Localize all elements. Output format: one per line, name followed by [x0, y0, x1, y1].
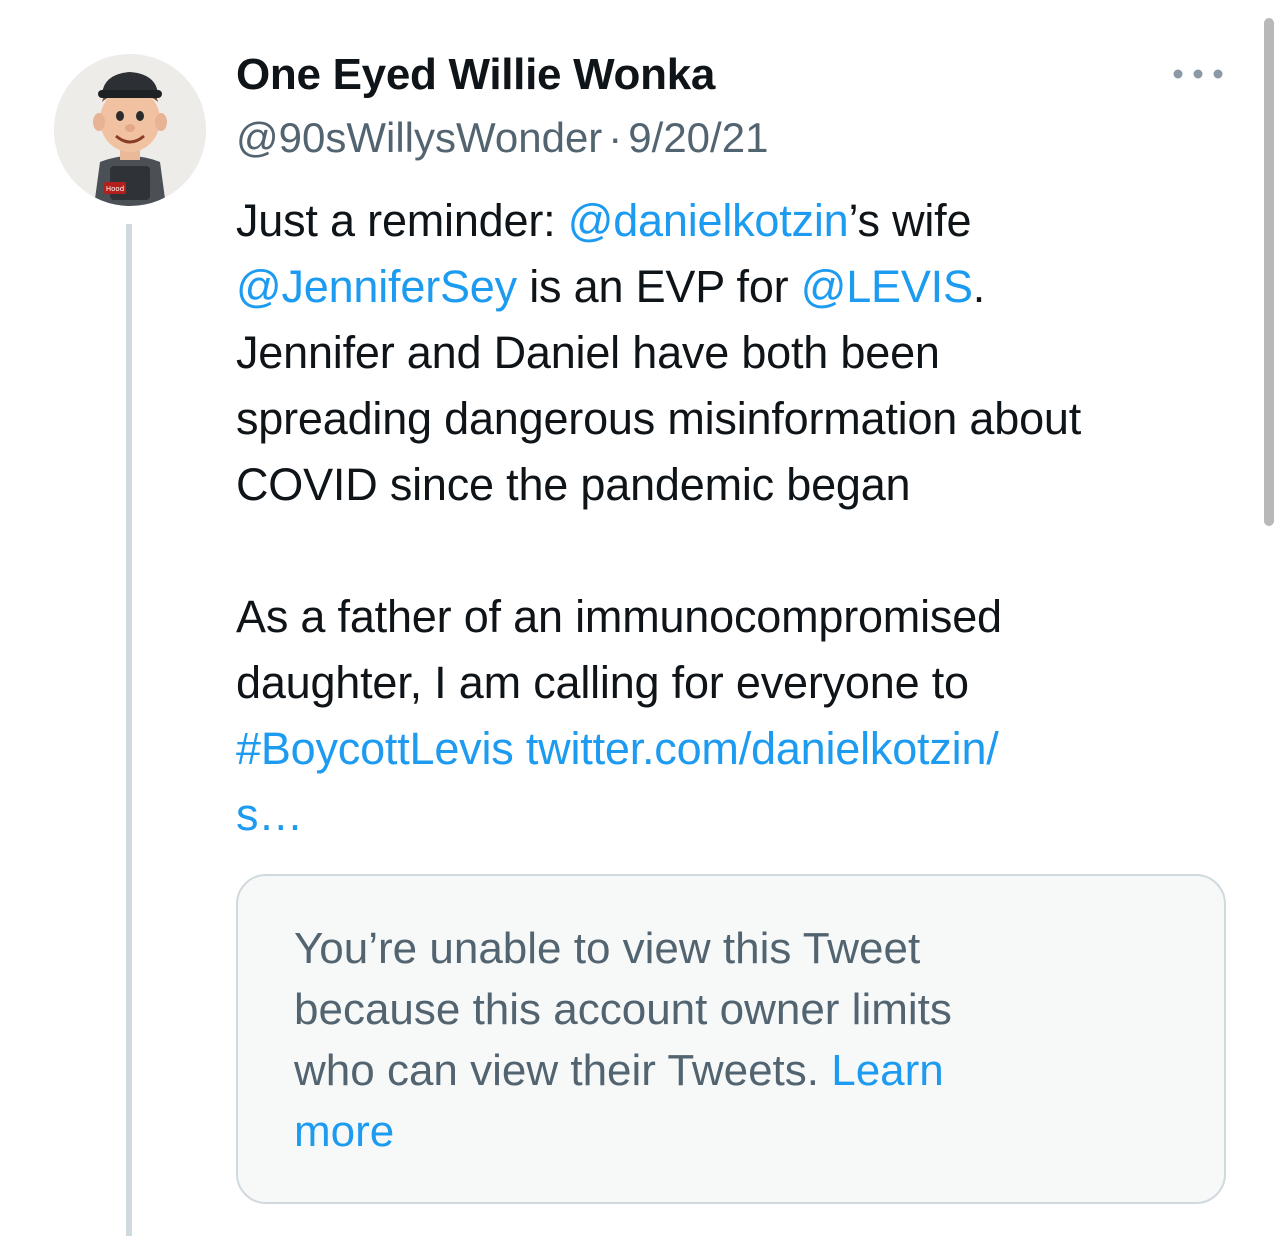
url-link[interactable]: twitter.com/danielkotzin/ — [526, 723, 999, 774]
avatar-figure-image: Hood — [54, 54, 206, 206]
user-handle[interactable]: @90sWillysWonder — [236, 114, 602, 161]
hashtag-link[interactable]: #BoycottLevis — [236, 723, 514, 774]
tweet-text-line: daughter, I am calling for everyone to — [236, 657, 969, 708]
mention-link[interactable]: @JenniferSey — [236, 261, 517, 312]
display-name[interactable]: One Eyed Willie Wonka — [236, 50, 715, 100]
mention-link[interactable]: @LEVIS — [801, 261, 973, 312]
notice-line: because this account owner limits — [294, 985, 952, 1034]
tweet-text-line: COVID since the pandemic began — [236, 459, 911, 510]
url-link-continued[interactable]: s… — [236, 789, 303, 840]
meta-separator: · — [608, 114, 623, 161]
notice-segment: who can view their Tweets. — [294, 1046, 832, 1095]
mention-link[interactable]: @danielkotzin — [568, 195, 849, 246]
text-segment: is an EVP for — [516, 261, 801, 312]
tweet-meta: @90sWillysWonder · 9/20/21 — [236, 114, 768, 162]
avatar-badge-text: Hood — [106, 185, 124, 193]
scrollbar[interactable] — [1264, 18, 1274, 526]
quoted-tweet-unavailable-card[interactable]: You’re unable to view this Tweet because… — [236, 874, 1226, 1204]
notice-line: more — [294, 1101, 1194, 1162]
more-horizontal-icon[interactable] — [1168, 60, 1228, 88]
notice-line: You’re unable to view this Tweet — [294, 924, 921, 973]
text-segment: . — [972, 261, 986, 312]
avatar[interactable]: Hood — [54, 54, 206, 206]
tweet-text: Just a reminder: @danielkotzin’s wife @J… — [236, 188, 1246, 848]
learn-more-link[interactable]: Learn — [831, 1046, 944, 1095]
tweet-text-line: s… — [236, 782, 1246, 848]
tweet-text-line: Just a reminder: @danielkotzin’s wife — [236, 188, 1246, 254]
text-segment: ’s wife — [848, 195, 972, 246]
text-segment: Just a reminder: — [236, 195, 568, 246]
tweet-text-line: #BoycottLevis twitter.com/danielkotzin/ — [236, 716, 1246, 782]
learn-more-link-continued[interactable]: more — [294, 1107, 394, 1156]
tweet-text-line: Jennifer and Daniel have both been — [236, 327, 940, 378]
tweet-text-line: spreading dangerous misinformation about — [236, 393, 1082, 444]
tweet-text-line: As a father of an immunocompromised — [236, 591, 1002, 642]
notice-line: who can view their Tweets. Learn — [294, 1040, 1194, 1101]
tweet-text-line: @JenniferSey is an EVP for @LEVIS. — [236, 254, 1246, 320]
tweet-date[interactable]: 9/20/21 — [628, 114, 768, 161]
quoted-tweet-notice: You’re unable to view this Tweet because… — [294, 918, 1194, 1162]
thread-connector-line — [126, 224, 132, 1236]
